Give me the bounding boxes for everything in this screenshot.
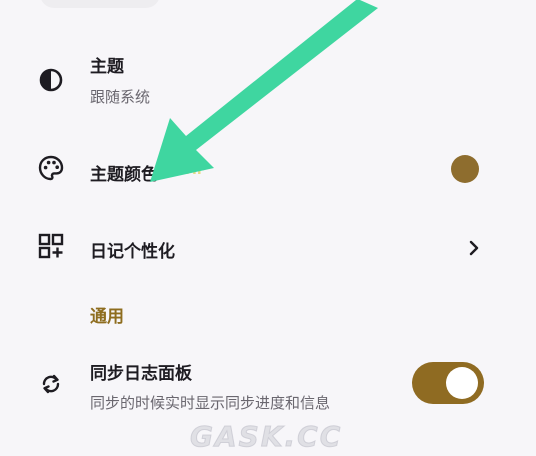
diary-personalization-title: 日记个性化 [90, 242, 175, 262]
sync-log-panel-title: 同步日志面板 [90, 364, 192, 384]
theme-subtitle: 跟随系统 [90, 88, 151, 106]
vip-badge: VIP [182, 163, 207, 178]
diary-personalization-row[interactable]: 日记个性化 [0, 218, 536, 278]
toggle-knob [446, 367, 478, 399]
palette-icon [38, 155, 64, 181]
top-partial-element [40, 0, 160, 8]
theme-color-title: 主题颜色 [90, 165, 158, 185]
general-section-header: 通用 [90, 307, 124, 327]
theme-setting-row[interactable]: 主题 跟随系统 [0, 40, 536, 120]
theme-color-row[interactable]: 主题颜色 VIP [0, 140, 536, 200]
sync-log-panel-toggle[interactable] [412, 362, 484, 404]
sync-icon [42, 374, 60, 394]
sync-log-panel-subtitle: 同步的时候实时显示同步进度和信息 [90, 394, 331, 412]
theme-title: 主题 [90, 57, 124, 77]
sync-log-panel-row[interactable]: 同步日志面板 同步的时候实时显示同步进度和信息 [0, 350, 536, 420]
grid-add-icon [38, 233, 64, 259]
contrast-icon [39, 68, 63, 92]
chevron-right-icon [469, 240, 479, 256]
watermark: GASK.CC [189, 420, 343, 454]
theme-color-swatch[interactable] [451, 155, 479, 183]
